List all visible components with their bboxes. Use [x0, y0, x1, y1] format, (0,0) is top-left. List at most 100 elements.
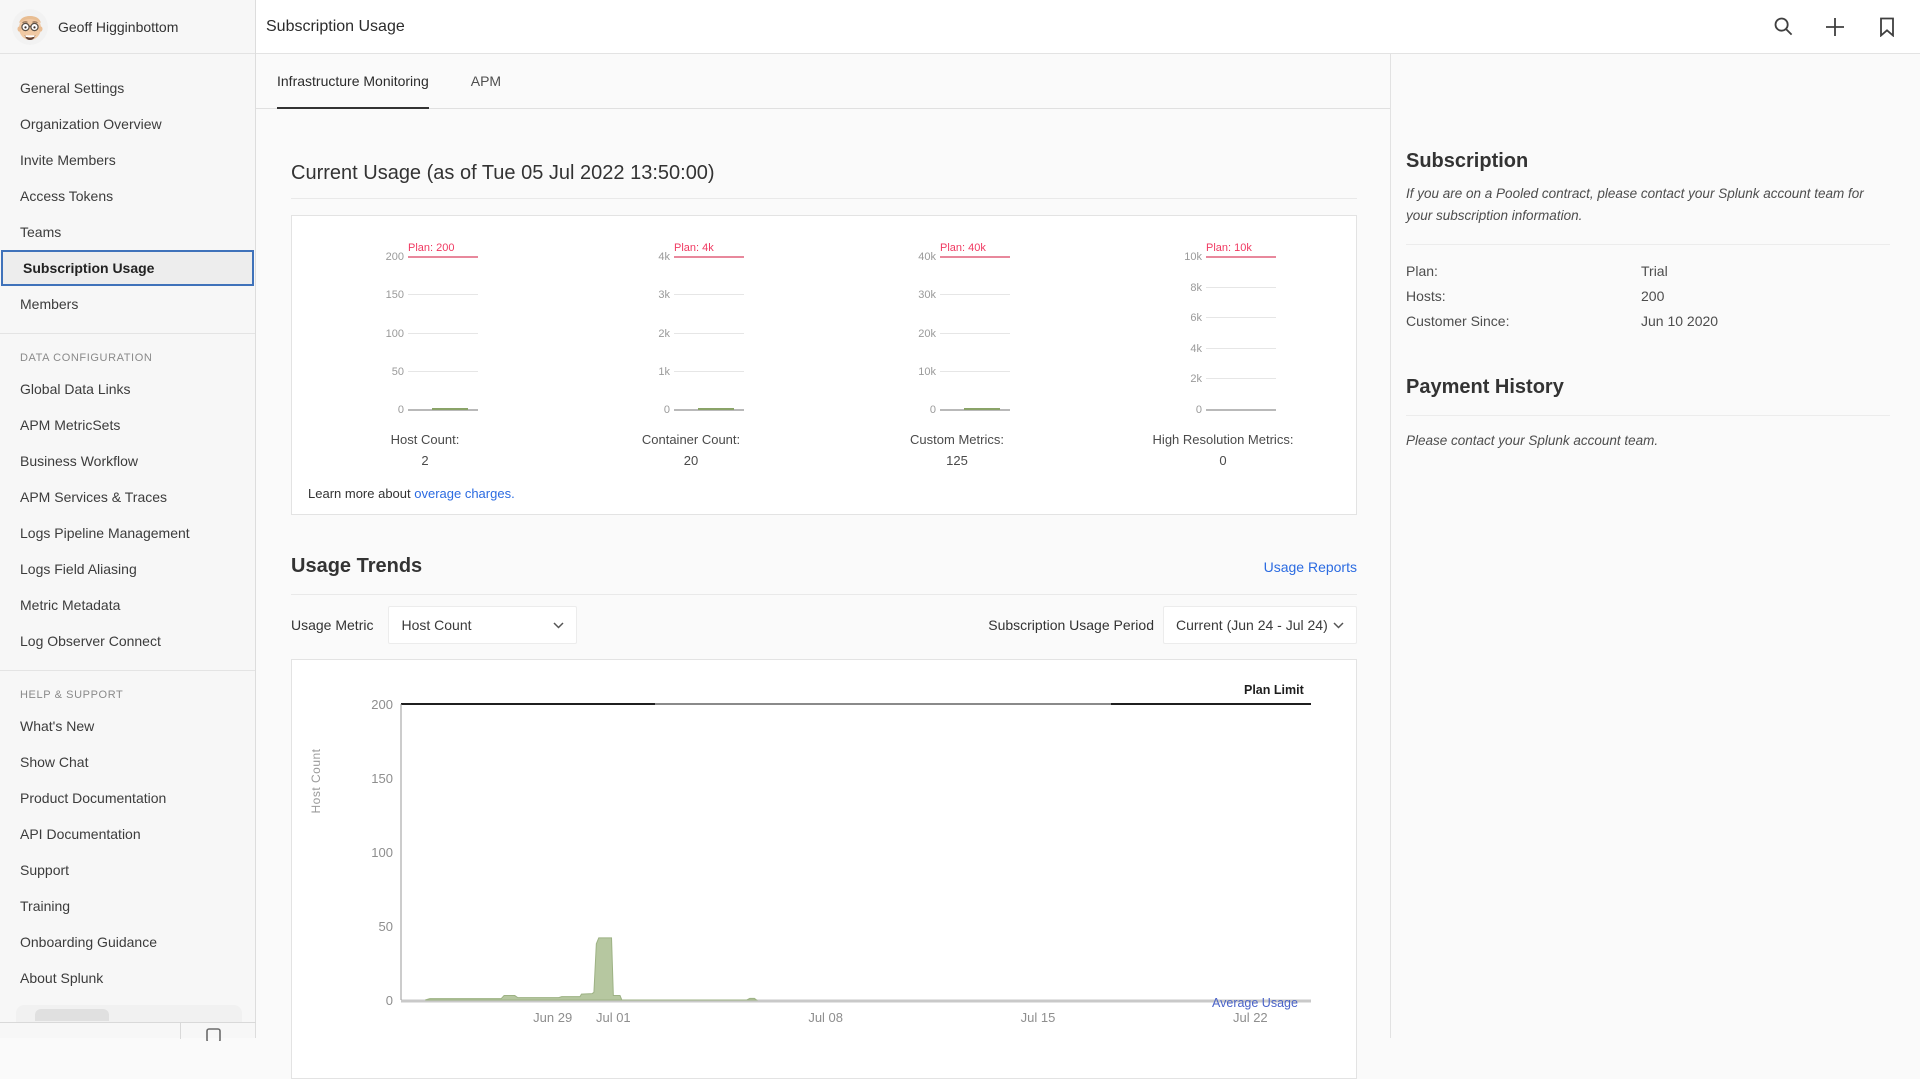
sidebar-item-product-documentation[interactable]: Product Documentation: [0, 780, 255, 816]
sidebar-item-business-workflow[interactable]: Business Workflow: [0, 443, 255, 479]
subscription-panel: Subscription If you are on a Pooled cont…: [1390, 54, 1920, 1038]
gauge-plan-label: Plan: 4k: [674, 242, 714, 254]
nav-divider: [0, 670, 255, 671]
sidebar-item-general-settings[interactable]: General Settings: [0, 70, 255, 106]
gauge-tick-label: 0: [398, 404, 404, 416]
svg-text:50: 50: [379, 919, 393, 934]
bookmark-icon[interactable]: [1876, 16, 1898, 38]
current-usage-card: 200150100500Plan: 200Host Count:24k3k2k1…: [291, 215, 1357, 515]
customer-since-row: Customer Since: Jun 10 2020: [1406, 309, 1890, 334]
top-bar: Subscription Usage: [256, 0, 1920, 54]
subscription-heading: Subscription: [1406, 150, 1890, 173]
gauge-plan-line: [1206, 256, 1276, 258]
sidebar-item-apm-services-traces[interactable]: APM Services & Traces: [0, 479, 255, 515]
sidebar-item-members[interactable]: Members: [0, 286, 255, 322]
sidebar-item-apm-metricsets[interactable]: APM MetricSets: [0, 407, 255, 443]
hosts-row: Hosts: 200: [1406, 284, 1890, 309]
sidebar-item-what-s-new[interactable]: What's New: [0, 708, 255, 744]
search-icon[interactable]: [1772, 16, 1794, 38]
gauge-tick-label: 1k: [658, 366, 670, 378]
gauge-metric-value: 20: [558, 453, 824, 468]
tab-infrastructure-monitoring[interactable]: Infrastructure Monitoring: [277, 54, 429, 109]
hosts-value: 200: [1641, 284, 1664, 309]
tab-apm[interactable]: APM: [471, 54, 501, 109]
sidebar-item-onboarding-guidance[interactable]: Onboarding Guidance: [0, 924, 255, 960]
plan-label: Plan:: [1406, 259, 1641, 284]
user-row[interactable]: Geoff Higginbottom: [0, 0, 255, 54]
gauge-gridline: [674, 371, 744, 372]
collapse-panel-icon[interactable]: [206, 1028, 222, 1046]
gauge-plan-label: Plan: 40k: [940, 242, 986, 254]
svg-text:100: 100: [371, 845, 393, 860]
user-name: Geoff Higginbottom: [58, 19, 178, 35]
gauge-tick-label: 0: [1196, 404, 1202, 416]
sidebar-item-about-splunk[interactable]: About Splunk: [0, 960, 255, 996]
gauge-host-count-: 200150100500Plan: 200Host Count:2: [292, 216, 558, 476]
sidebar-item-subscription-usage[interactable]: Subscription Usage: [1, 250, 254, 286]
hosts-label: Hosts:: [1406, 284, 1641, 309]
sidebar-footer-divider: [180, 1023, 181, 1039]
sidebar-item-show-chat[interactable]: Show Chat: [0, 744, 255, 780]
svg-text:Jul 08: Jul 08: [808, 1010, 843, 1025]
sidebar-item-logs-pipeline-management[interactable]: Logs Pipeline Management: [0, 515, 255, 551]
gauge-tick-label: 4k: [658, 251, 670, 263]
gauge-gridline: [1206, 317, 1276, 318]
usage-trends-header-row: Usage Trends Usage Reports: [291, 555, 1357, 578]
overage-charges-link[interactable]: overage charges.: [414, 486, 514, 501]
plan-row: Plan: Trial: [1406, 259, 1890, 284]
nav-divider: [0, 333, 255, 334]
customer-since-label: Customer Since:: [1406, 309, 1641, 334]
sidebar-item-global-data-links[interactable]: Global Data Links: [0, 371, 255, 407]
main-content: Infrastructure Monitoring APM Current Us…: [256, 54, 1390, 1038]
sidebar-item-support[interactable]: Support: [0, 852, 255, 888]
divider: [291, 594, 1357, 595]
gauge-tick-label: 8k: [1190, 282, 1202, 294]
gauge-custom-metrics-: 40k30k20k10k0Plan: 40kCustom Metrics:125: [824, 216, 1090, 476]
gauge-plan-label: Plan: 10k: [1206, 242, 1252, 254]
sidebar-item-api-documentation[interactable]: API Documentation: [0, 816, 255, 852]
payment-history-heading: Payment History: [1406, 376, 1890, 399]
customer-since-value: Jun 10 2020: [1641, 309, 1718, 334]
learn-more-text: Learn more about overage charges.: [308, 486, 515, 501]
gauge-gridline: [940, 371, 1010, 372]
usage-metric-dropdown[interactable]: Host Count: [388, 606, 577, 644]
sidebar-item-training[interactable]: Training: [0, 888, 255, 924]
divider: [1406, 244, 1890, 245]
gauge-tick-label: 0: [930, 404, 936, 416]
sidebar-footer: [0, 1022, 256, 1038]
nav-section-header: HELP & SUPPORT: [0, 682, 255, 708]
gauge-gridline: [408, 333, 478, 334]
gauge-tick-label: 6k: [1190, 312, 1202, 324]
gauge-tick-label: 10k: [1184, 251, 1202, 263]
svg-text:Jul 22: Jul 22: [1233, 1010, 1268, 1025]
gauge-tick-label: 100: [386, 328, 404, 340]
svg-text:150: 150: [371, 771, 393, 786]
gauge-metric-value: 0: [1090, 453, 1356, 468]
sidebar-item-metric-metadata[interactable]: Metric Metadata: [0, 587, 255, 623]
usage-reports-link[interactable]: Usage Reports: [1264, 559, 1357, 575]
gauge-metric-name: Custom Metrics:: [824, 432, 1090, 447]
sidebar-nav: General SettingsOrganization OverviewInv…: [0, 54, 255, 996]
usage-period-dropdown[interactable]: Current (Jun 24 - Jul 24): [1163, 606, 1357, 644]
chevron-down-icon: [553, 622, 564, 629]
y-axis-title: Host Count: [309, 701, 323, 861]
usage-metric-label: Usage Metric: [291, 617, 373, 633]
sidebar-item-access-tokens[interactable]: Access Tokens: [0, 178, 255, 214]
current-usage-heading: Current Usage (as of Tue 05 Jul 2022 13:…: [291, 162, 1357, 185]
gauge-gridline: [1206, 287, 1276, 288]
add-icon[interactable]: [1824, 16, 1846, 38]
gauge-metric-name: Container Count:: [558, 432, 824, 447]
sidebar-item-teams[interactable]: Teams: [0, 214, 255, 250]
sidebar-item-log-observer-connect[interactable]: Log Observer Connect: [0, 623, 255, 659]
sidebar-item-organization-overview[interactable]: Organization Overview: [0, 106, 255, 142]
svg-text:0: 0: [386, 993, 393, 1008]
average-usage-link[interactable]: Average Usage: [1212, 996, 1298, 1010]
gauge-tick-label: 10k: [918, 366, 936, 378]
sidebar-item-logs-field-aliasing[interactable]: Logs Field Aliasing: [0, 551, 255, 587]
gauge-plan-label: Plan: 200: [408, 242, 454, 254]
sidebar-item-invite-members[interactable]: Invite Members: [0, 142, 255, 178]
gauge-value-bar: [698, 408, 734, 410]
gauge-tick-label: 4k: [1190, 343, 1202, 355]
usage-trends-heading: Usage Trends: [291, 555, 422, 578]
gauge-gridline: [1206, 378, 1276, 379]
